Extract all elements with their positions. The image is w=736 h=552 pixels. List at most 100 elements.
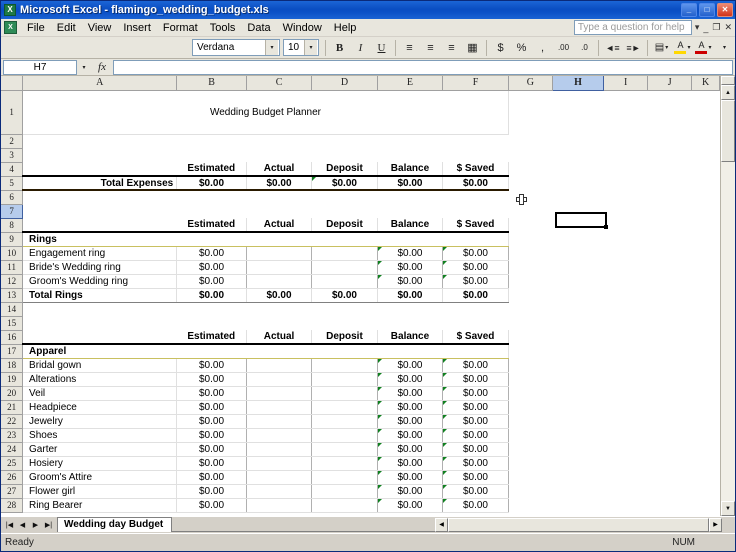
empty-cell[interactable] [442,316,509,330]
item-estimated[interactable]: $0.00 [176,358,247,373]
empty-cell[interactable] [647,316,692,330]
empty-cell[interactable] [22,316,177,330]
empty-cell[interactable] [22,302,177,316]
empty-cell[interactable] [647,162,692,176]
empty-cell[interactable] [552,246,604,260]
empty-cell[interactable] [552,386,604,400]
empty-cell[interactable] [691,204,720,218]
column-header-g[interactable]: G [508,76,553,91]
row-header-12[interactable]: 12 [1,274,24,289]
empty-cell[interactable] [647,302,692,316]
item-estimated[interactable]: $0.00 [176,414,247,429]
row-header-23[interactable]: 23 [1,428,24,443]
empty-cell[interactable] [603,288,648,302]
empty-cell[interactable] [603,414,648,428]
empty-cell[interactable] [552,218,604,232]
decrease-indent-button[interactable]: ◄≡ [603,38,622,57]
empty-cell[interactable] [377,204,443,218]
item-actual[interactable] [246,414,313,429]
name-box-chevron-down-icon[interactable]: ▾ [77,60,91,75]
doc-restore-button[interactable]: ❐ [712,22,720,33]
item-estimated[interactable]: $0.00 [176,372,247,387]
empty-cell[interactable] [311,134,378,148]
ask-a-question-box[interactable]: Type a question for help [573,20,692,35]
item-deposit[interactable] [311,498,378,513]
empty-cell[interactable] [552,162,604,176]
empty-cell[interactable] [691,386,720,400]
row-header-27[interactable]: 27 [1,484,24,499]
empty-cell[interactable] [552,498,604,512]
empty-cell[interactable] [603,218,648,232]
item-balance[interactable]: $0.00 [377,246,444,261]
empty-cell[interactable] [508,190,553,204]
empty-cell[interactable] [691,400,720,414]
empty-cell[interactable] [603,134,648,148]
scroll-up-button[interactable]: ▲ [721,85,735,100]
item-balance[interactable]: $0.00 [377,386,444,401]
item-balance[interactable]: $0.00 [377,484,444,499]
empty-cell[interactable] [176,148,247,162]
empty-cell[interactable] [442,204,509,218]
empty-cell[interactable] [508,204,553,218]
merge-and-center-button[interactable]: ▦ [463,38,482,57]
column-label-estimated[interactable]: Estimated [176,330,247,345]
total-expenses-balance[interactable]: $0.00 [377,175,444,191]
column-header-c[interactable]: C [246,76,313,91]
formula-input[interactable] [113,59,733,75]
empty-cell[interactable] [508,330,553,344]
row-header-3[interactable]: 3 [1,148,24,163]
subtotal-deposit[interactable]: $0.00 [311,287,378,303]
empty-cell[interactable] [691,428,720,442]
column-label-saved[interactable]: $ Saved [442,162,509,177]
empty-cell[interactable] [647,90,692,134]
item-estimated[interactable]: $0.00 [176,260,247,275]
empty-cell[interactable] [552,260,604,274]
empty-cell[interactable] [647,260,692,274]
item-actual[interactable] [246,386,313,401]
empty-cell[interactable] [603,498,648,512]
last-sheet-button[interactable]: ▶| [42,518,55,532]
empty-cell[interactable] [22,190,177,204]
empty-cell[interactable] [691,148,720,162]
item-actual[interactable] [246,358,313,373]
total-expenses-deposit[interactable]: $0.00 [311,175,378,191]
increase-decimal-button[interactable]: .00 [554,38,573,57]
window-close-button[interactable]: ✕ [717,3,733,17]
empty-cell[interactable] [603,190,648,204]
empty-cell[interactable] [647,134,692,148]
item-deposit[interactable] [311,442,378,457]
row-header-13[interactable]: 13 [1,288,24,303]
fill-color-button[interactable]: A ▾ [673,38,692,57]
empty-cell[interactable] [603,470,648,484]
item-deposit[interactable] [311,456,378,471]
empty-cell[interactable] [508,232,553,246]
empty-cell[interactable] [603,302,648,316]
empty-cell[interactable] [603,246,648,260]
item-deposit[interactable] [311,358,378,373]
column-header-d[interactable]: D [311,76,378,91]
item-deposit[interactable] [311,260,378,275]
empty-cell[interactable] [508,344,553,358]
empty-cell[interactable] [647,246,692,260]
item-saved[interactable]: $0.00 [442,372,509,387]
item-actual[interactable] [246,274,313,289]
subtotal-saved[interactable]: $0.00 [442,287,509,303]
total-expenses-estimated[interactable]: $0.00 [176,175,247,191]
empty-cell[interactable] [691,176,720,190]
empty-cell[interactable] [552,134,604,148]
empty-cell[interactable] [603,90,648,134]
empty-cell[interactable] [508,316,553,330]
empty-cell[interactable] [691,162,720,176]
empty-cell[interactable] [603,330,648,344]
column-header-i[interactable]: I [603,76,649,91]
item-label-groom-s-wedding-ring[interactable]: Groom's Wedding ring [22,274,178,289]
empty-cell[interactable] [22,148,177,162]
empty-cell[interactable] [176,316,247,330]
align-left-button[interactable]: ≡ [400,38,419,57]
empty-cell[interactable] [603,148,648,162]
toolbar-overflow-button[interactable]: ▾ [715,38,734,57]
empty-cell[interactable] [377,302,443,316]
underline-button[interactable]: U [372,38,391,57]
vertical-scroll-track[interactable] [721,100,735,501]
empty-cell[interactable] [647,400,692,414]
